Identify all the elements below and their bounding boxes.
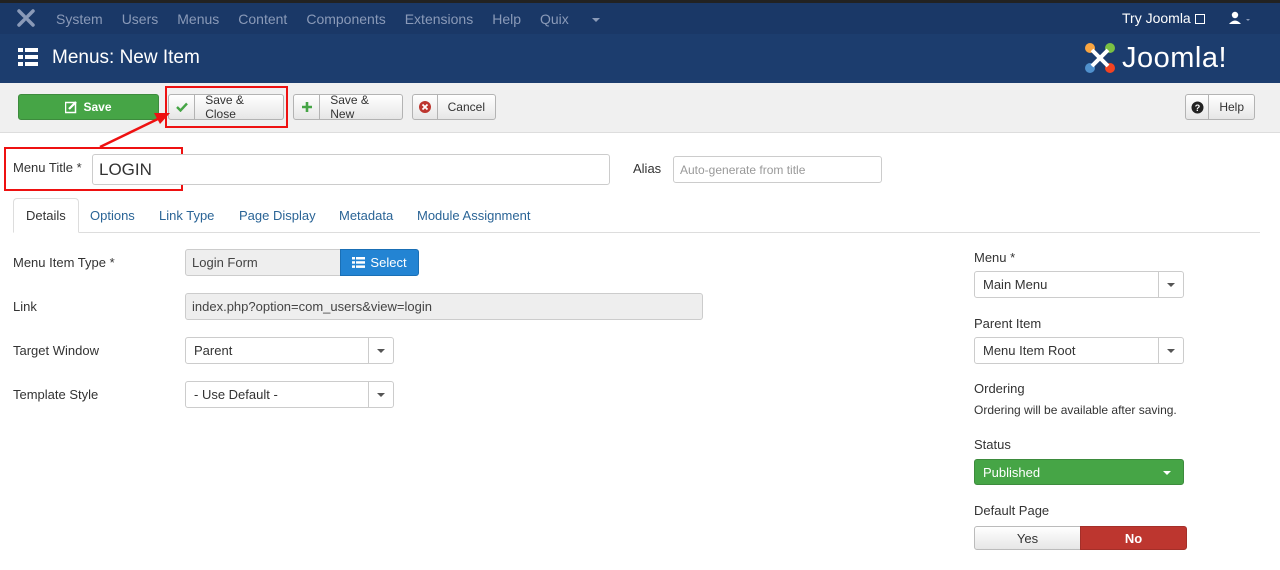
annotation-box-save-close: [165, 86, 288, 128]
menu-content[interactable]: Content: [238, 11, 287, 27]
menu-value: Main Menu: [983, 277, 1048, 292]
chevron-down-icon: [368, 338, 393, 363]
edit-icon: [65, 100, 78, 113]
save-new-label: Save & New: [330, 93, 369, 121]
template-style-select[interactable]: - Use Default -: [185, 381, 394, 408]
cancel-icon: [413, 95, 438, 119]
target-window-label: Target Window: [13, 343, 99, 358]
menu-system[interactable]: System: [56, 11, 103, 27]
cancel-label: Cancel: [447, 100, 485, 114]
page-header: Menus: New Item Joomla!: [0, 34, 1280, 83]
tab-options[interactable]: Options: [90, 198, 135, 233]
status-value: Published: [983, 464, 1041, 480]
question-icon: ?: [1186, 95, 1210, 119]
alias-placeholder: Auto-generate from title: [680, 162, 806, 177]
external-link-icon: [1194, 14, 1205, 24]
list-icon: [18, 48, 38, 66]
alias-label: Alias: [633, 161, 662, 176]
status-label: Status: [974, 437, 1011, 452]
menu-quix-label: Quix: [540, 10, 569, 27]
chevron-down-icon: [591, 17, 600, 22]
save-label: Save: [83, 100, 112, 114]
menu-select[interactable]: Main Menu: [974, 271, 1184, 298]
target-window-value: Parent: [194, 343, 233, 358]
page-title: Menus: New Item: [52, 47, 200, 68]
joomla-icon[interactable]: [16, 8, 36, 28]
select-label: Select: [370, 255, 407, 270]
menu-help[interactable]: Help: [492, 11, 521, 27]
tab-bar: Details Options Link Type Page Display M…: [13, 198, 1260, 233]
joomla-logo-text: Joomla!: [1122, 42, 1228, 74]
try-joomla-link[interactable]: Try Joomla: [1122, 10, 1205, 26]
link-label: Link: [13, 299, 37, 314]
menu-extensions[interactable]: Extensions: [405, 11, 473, 27]
parent-item-label: Parent Item: [974, 316, 1042, 331]
item-type-value: Login Form: [192, 255, 258, 270]
template-style-value: - Use Default -: [194, 387, 278, 402]
tab-details[interactable]: Details: [13, 198, 79, 233]
default-yes-label: Yes: [1016, 530, 1039, 546]
menu-title-value: LOGIN: [99, 159, 152, 179]
joomla-logo-icon: [1085, 43, 1115, 73]
menu-menus[interactable]: Menus: [177, 11, 219, 27]
menu-components[interactable]: Components: [306, 11, 385, 27]
help-button[interactable]: ? Help: [1185, 94, 1255, 120]
menu-quix[interactable]: Quix: [540, 11, 600, 27]
ordering-note: Ordering will be available after saving.: [974, 403, 1177, 417]
chevron-down-icon: [1158, 338, 1183, 363]
plus-icon: [294, 95, 321, 119]
save-button[interactable]: Save: [18, 94, 159, 120]
menu-title-input[interactable]: LOGIN: [92, 154, 610, 185]
alias-input[interactable]: Auto-generate from title: [673, 156, 882, 183]
menu-users[interactable]: Users: [122, 11, 159, 27]
chevron-down-icon: [368, 382, 393, 407]
try-joomla-label: Try Joomla: [1122, 10, 1191, 26]
list-icon: [352, 257, 366, 268]
select-type-button[interactable]: Select: [340, 249, 419, 276]
parent-item-select[interactable]: Menu Item Root: [974, 337, 1184, 364]
link-value: index.php?option=com_users&view=login: [192, 299, 432, 314]
default-no-label: No: [1124, 530, 1143, 546]
svg-text:?: ?: [1194, 103, 1200, 113]
item-type-label: Menu Item Type *: [13, 255, 115, 270]
default-yes-button[interactable]: Yes: [974, 526, 1081, 550]
link-field: index.php?option=com_users&view=login: [185, 293, 703, 320]
parent-item-value: Menu Item Root: [983, 343, 1076, 358]
target-window-select[interactable]: Parent: [185, 337, 394, 364]
top-navbar: System Users Menus Content Components Ex…: [0, 0, 1280, 34]
tab-link-type[interactable]: Link Type: [159, 198, 214, 233]
tab-module-assignment[interactable]: Module Assignment: [417, 198, 530, 233]
tab-page-display[interactable]: Page Display: [239, 198, 316, 233]
top-menu: System Users Menus Content Components Ex…: [56, 3, 619, 34]
default-no-button[interactable]: No: [1080, 526, 1187, 550]
tab-metadata[interactable]: Metadata: [339, 198, 393, 233]
chevron-down-icon: [1163, 471, 1171, 475]
save-new-button[interactable]: Save & New: [293, 93, 403, 121]
default-page-label: Default Page: [974, 503, 1050, 518]
menu-title-label: Menu Title *: [13, 160, 82, 175]
item-type-field: Login Form: [185, 249, 345, 276]
user-icon[interactable]: [1229, 11, 1251, 25]
status-select[interactable]: Published: [974, 459, 1184, 485]
chevron-down-icon: [1158, 272, 1183, 297]
cancel-button[interactable]: Cancel: [412, 94, 496, 120]
menu-label: Menu *: [974, 250, 1016, 265]
template-style-label: Template Style: [13, 387, 99, 402]
ordering-label: Ordering: [974, 381, 1025, 396]
help-label: Help: [1219, 100, 1244, 114]
